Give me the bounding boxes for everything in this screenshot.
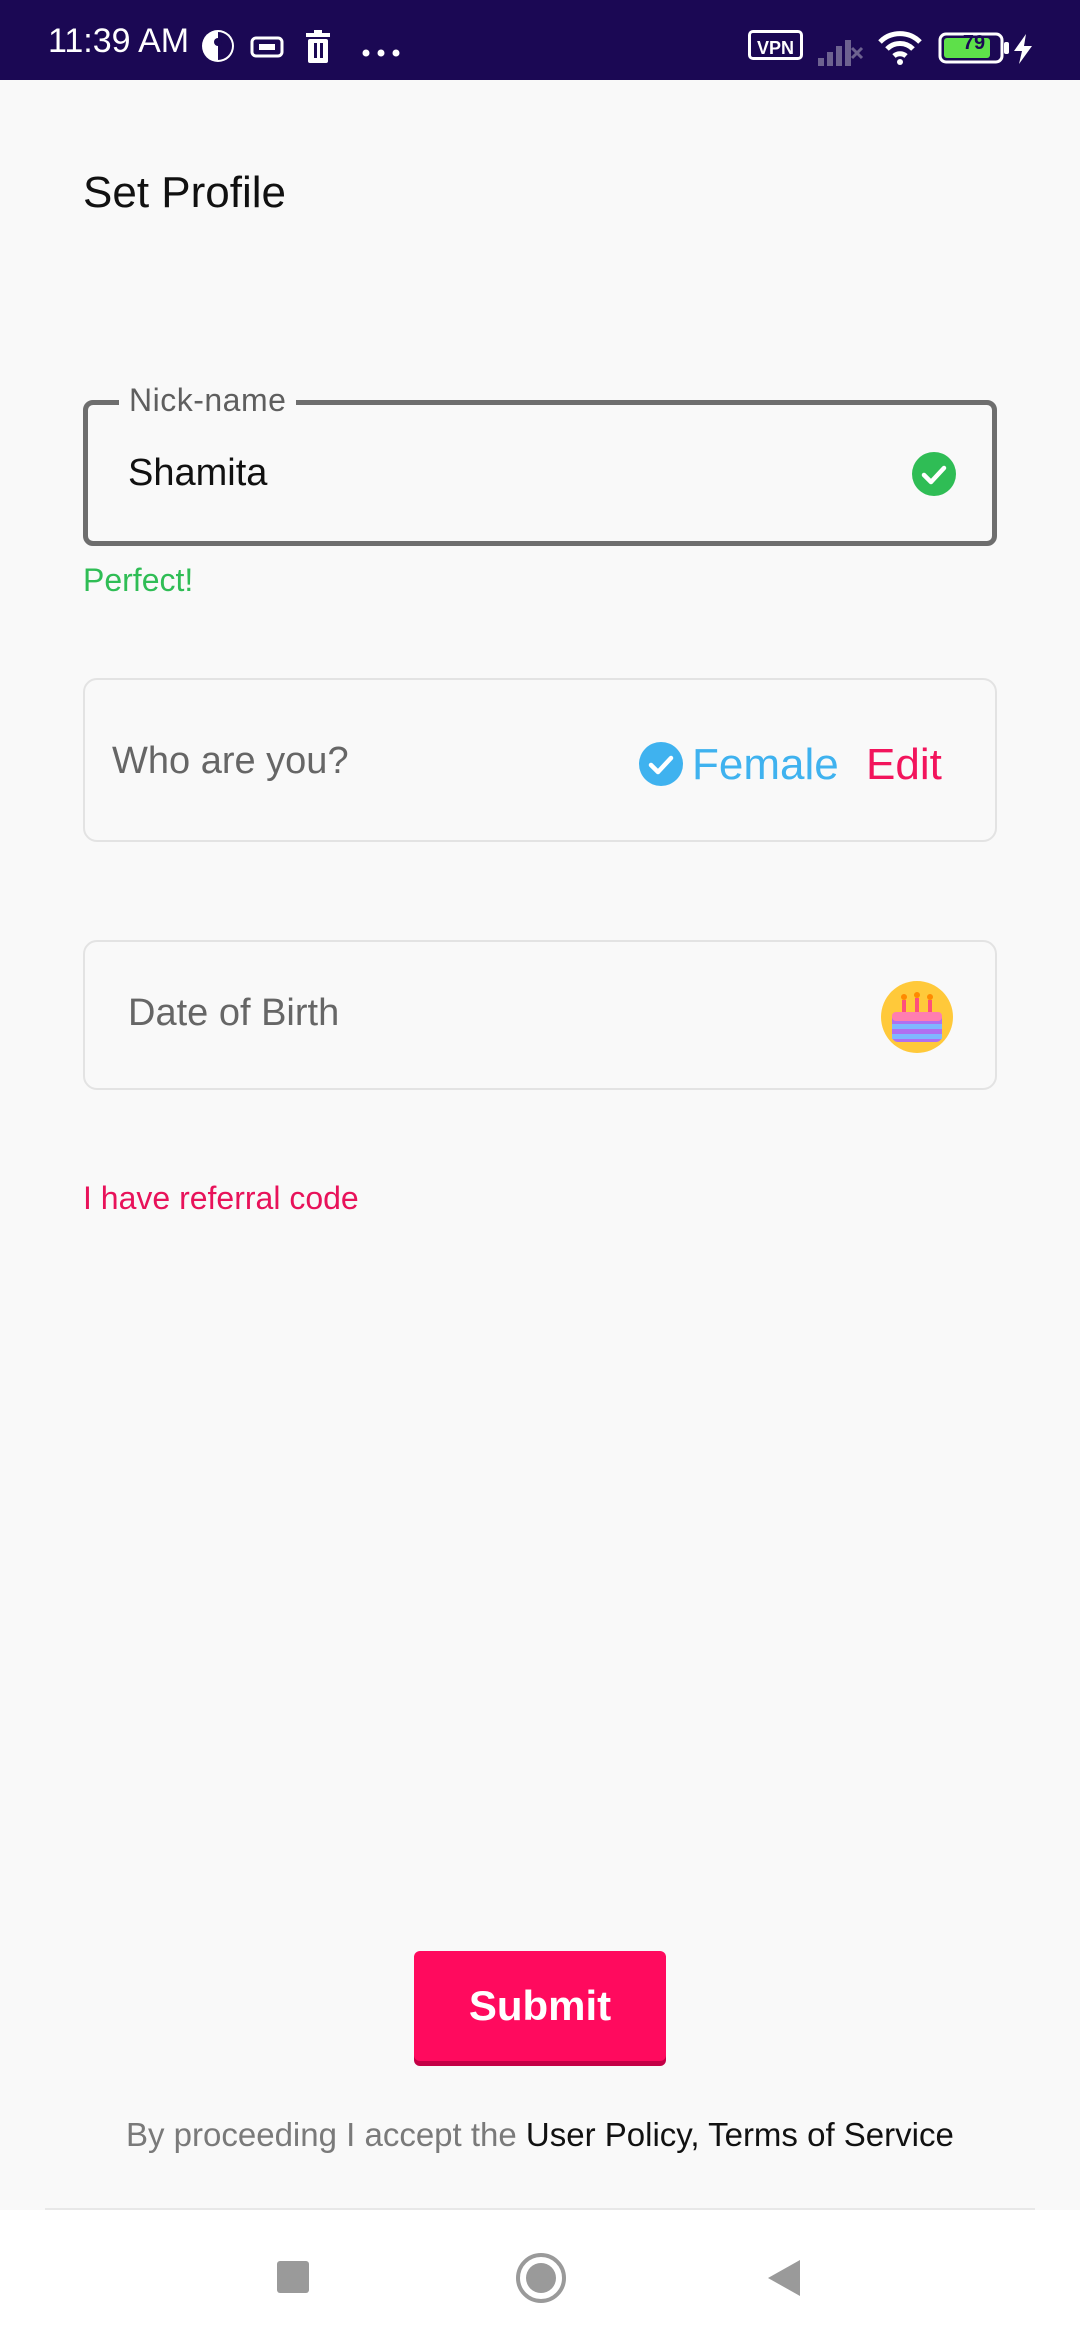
nickname-helper-text: Perfect!: [83, 562, 194, 598]
home-circle-icon[interactable]: [515, 2252, 567, 2309]
gender-label: Who are you?: [112, 740, 349, 782]
back-triangle-icon[interactable]: [766, 2258, 802, 2303]
terms-of-service-link[interactable]: Terms of Service: [708, 2116, 954, 2153]
legal-separator: ,: [690, 2116, 700, 2153]
page-title: Set Profile: [83, 168, 286, 217]
legal-prefix: By proceeding I accept the: [126, 2116, 517, 2153]
status-time: 11:39 AM: [48, 22, 190, 60]
status-bar: 11:39 AM VPN 79: [0, 0, 1080, 80]
system-nav-bar: [0, 2210, 1080, 2340]
circle-half-icon: [200, 28, 236, 69]
check-circle-icon: [638, 741, 684, 792]
birthday-cake-icon[interactable]: [880, 980, 954, 1059]
more-dots-icon: [362, 44, 402, 62]
wifi-icon: [876, 30, 924, 71]
trash-icon: [304, 30, 332, 69]
sim-card-icon: [250, 36, 284, 63]
submit-button[interactable]: Submit: [414, 1951, 666, 2061]
nickname-input[interactable]: Shamita: [128, 452, 267, 495]
referral-code-link[interactable]: I have referral code: [83, 1180, 359, 1217]
check-circle-icon: [911, 451, 957, 502]
date-of-birth-label: Date of Birth: [128, 992, 340, 1034]
recents-square-icon[interactable]: [276, 2260, 310, 2299]
vpn-badge: VPN: [748, 30, 804, 60]
edit-gender-button[interactable]: Edit: [866, 740, 942, 790]
signal-icon: [816, 34, 864, 71]
gender-value: Female: [692, 740, 839, 789]
legal-text: By proceeding I accept the User Policy, …: [126, 2116, 954, 2154]
charging-icon: [1012, 34, 1034, 69]
user-policy-link[interactable]: User Policy: [526, 2116, 690, 2153]
nickname-label: Nick-name: [119, 382, 297, 419]
battery-level: 79: [962, 32, 986, 54]
